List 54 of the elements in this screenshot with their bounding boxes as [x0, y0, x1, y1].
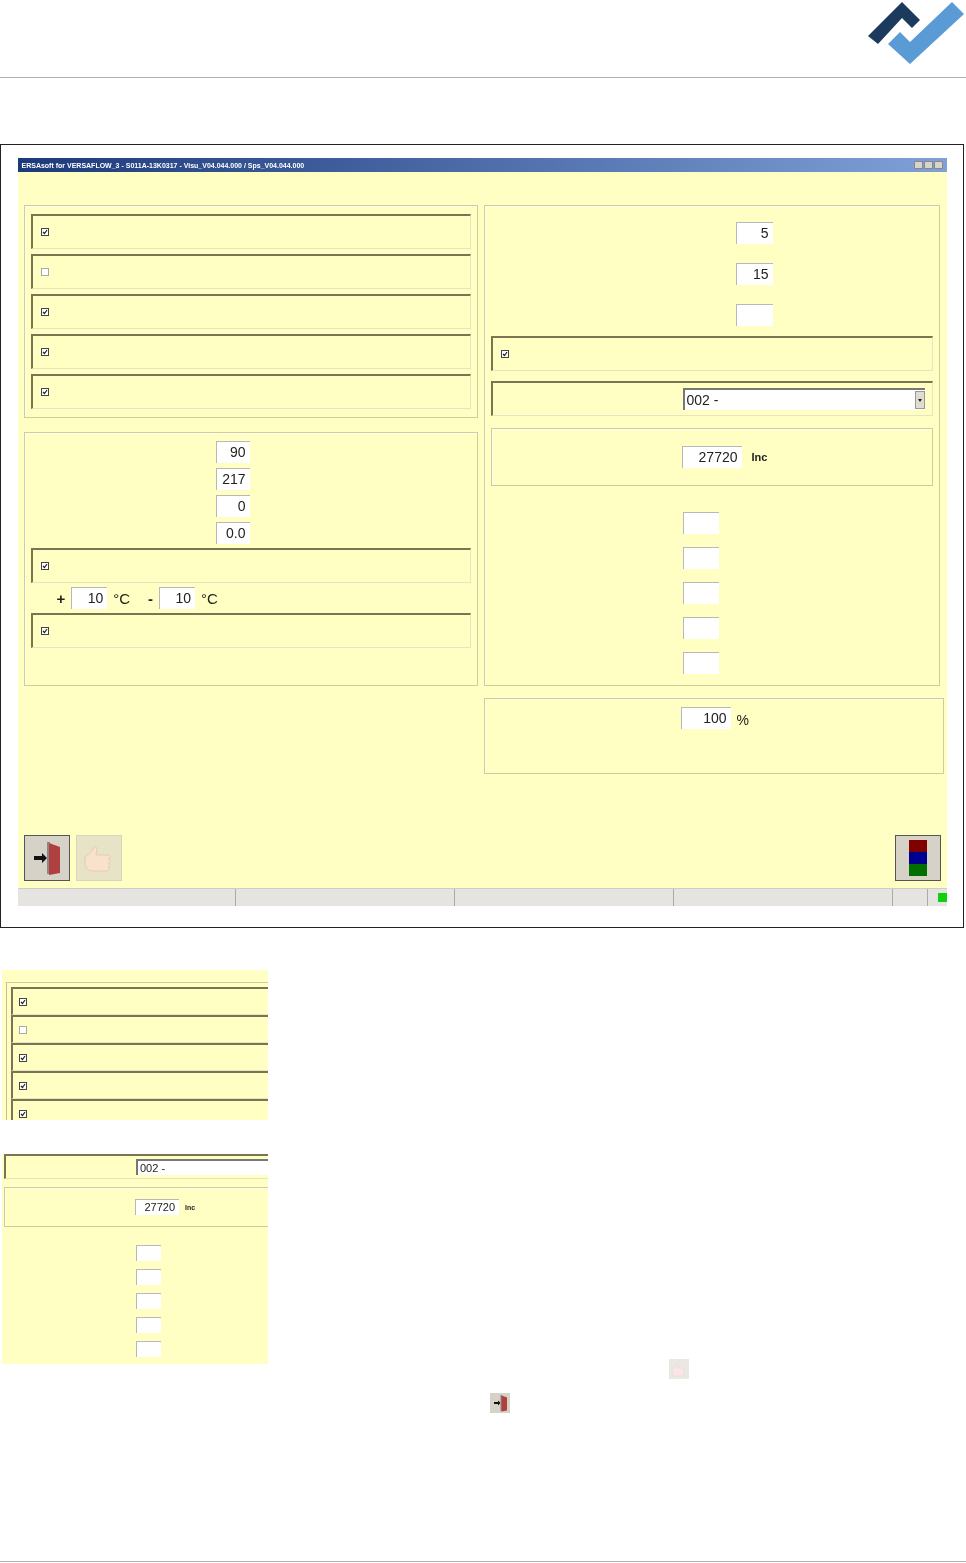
- checkbox[interactable]: [40, 308, 49, 316]
- checkbox[interactable]: [19, 1025, 27, 1034]
- input-field[interactable]: 27720: [135, 1199, 179, 1215]
- close-button[interactable]: [933, 161, 943, 169]
- checkbox[interactable]: [19, 1109, 27, 1118]
- input-field[interactable]: [682, 617, 719, 639]
- input-field[interactable]: 15: [735, 263, 773, 285]
- input-field[interactable]: 10: [159, 587, 196, 609]
- color-button[interactable]: [894, 835, 941, 881]
- exit-door-icon: [490, 1393, 510, 1413]
- checkbox[interactable]: [19, 1081, 27, 1090]
- checkbox[interactable]: [40, 562, 49, 570]
- exit-door-icon: [31, 840, 62, 876]
- checkbox[interactable]: [40, 627, 49, 635]
- minus-sign: -: [148, 589, 154, 607]
- input-field[interactable]: 90: [215, 441, 250, 463]
- unit-label: Inc: [751, 451, 768, 463]
- input-field[interactable]: 5: [735, 222, 773, 244]
- checkbox[interactable]: [500, 350, 509, 358]
- input-field[interactable]: 217: [215, 468, 250, 490]
- input-field[interactable]: [136, 1269, 161, 1285]
- unit-label: °C: [113, 589, 131, 607]
- input-field[interactable]: [682, 652, 719, 674]
- input-field[interactable]: 0.0: [215, 522, 250, 544]
- input-field[interactable]: [735, 304, 773, 326]
- caret-icon: [917, 398, 922, 402]
- checkbox[interactable]: [40, 228, 49, 236]
- checkbox[interactable]: [19, 1053, 27, 1062]
- input-field[interactable]: [136, 1245, 161, 1261]
- dropdown[interactable]: 002 -: [136, 1159, 268, 1175]
- checkbox[interactable]: [40, 268, 49, 276]
- unit-label: °C: [201, 589, 218, 607]
- input-field[interactable]: 0: [215, 495, 250, 517]
- logo-icon: [866, 0, 966, 64]
- color-blocks-icon: [908, 840, 927, 876]
- maximize-button[interactable]: [923, 161, 933, 169]
- input-field[interactable]: [682, 512, 719, 534]
- input-field[interactable]: [136, 1317, 161, 1333]
- input-field[interactable]: 10: [71, 587, 108, 609]
- exit-button[interactable]: [23, 835, 70, 881]
- input-field[interactable]: 100: [680, 707, 731, 729]
- checkbox[interactable]: [40, 388, 49, 396]
- plus-sign: +: [56, 589, 66, 607]
- dropdown[interactable]: 002 -: [682, 388, 925, 410]
- input-field[interactable]: 27720: [681, 446, 742, 468]
- input-field[interactable]: [136, 1341, 161, 1357]
- checkbox[interactable]: [40, 348, 49, 356]
- minimize-button[interactable]: [913, 161, 923, 169]
- unit-label: %: [736, 711, 749, 728]
- input-field[interactable]: [682, 547, 719, 569]
- status-indicator-icon: [937, 893, 947, 902]
- input-field[interactable]: [136, 1293, 161, 1309]
- input-field[interactable]: [682, 582, 719, 604]
- checkbox[interactable]: [19, 997, 27, 1006]
